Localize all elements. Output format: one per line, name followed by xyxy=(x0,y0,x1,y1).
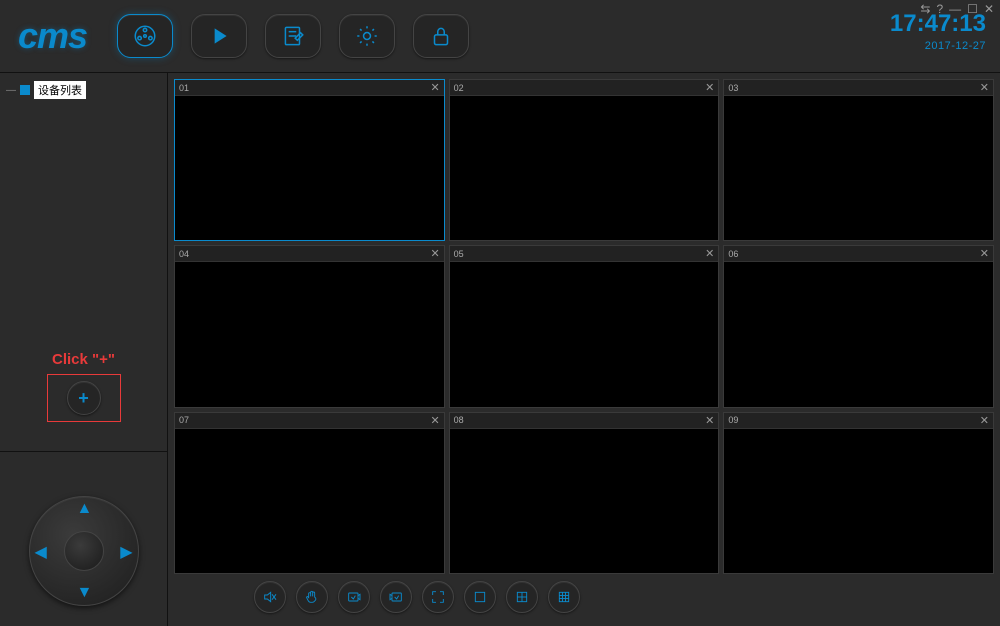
device-tree: — 设备列表 xyxy=(0,73,167,107)
video-cell-header: 01 ✕ xyxy=(175,80,444,96)
layout-1-icon xyxy=(472,589,488,605)
video-cell-close-button[interactable]: ✕ xyxy=(430,247,439,260)
main-area: 01 ✕ 02 ✕ 03 ✕ 04 ✕ 05 ✕ 06 ✕ 07 ✕ 08 ✕ 09 ✕ xyxy=(168,73,1000,626)
mute-button[interactable] xyxy=(254,581,286,613)
video-cell-header: 02 ✕ xyxy=(450,80,719,96)
video-cell[interactable]: 02 ✕ xyxy=(449,79,720,241)
layout-4-icon xyxy=(514,589,530,605)
layout-9-icon xyxy=(556,589,572,605)
ptz-right-button[interactable]: ▶ xyxy=(120,542,132,562)
sidebar: — 设备列表 Click "+" + ▲ ▼ ◀ ▶ xyxy=(0,73,168,626)
video-cell-label: 07 xyxy=(179,415,189,425)
video-grid: 01 ✕ 02 ✕ 03 ✕ 04 ✕ 05 ✕ 06 ✕ 07 ✕ 08 ✕ 09 ✕ xyxy=(174,79,994,574)
video-cell-label: 06 xyxy=(728,249,738,259)
fullscreen-button[interactable] xyxy=(422,581,454,613)
app-header: cms 17:47:13 2017-12-27 xyxy=(0,0,1000,72)
video-cell[interactable]: 05 ✕ xyxy=(449,245,720,407)
video-cell-label: 02 xyxy=(454,83,464,93)
nav-settings-button[interactable] xyxy=(339,14,395,58)
clock-time: 17:47:13 xyxy=(890,10,986,38)
video-cell-header: 08 ✕ xyxy=(450,413,719,429)
nav-log-button[interactable] xyxy=(265,14,321,58)
play-icon xyxy=(206,23,232,49)
video-cell-header: 03 ✕ xyxy=(724,80,993,96)
video-cell-label: 03 xyxy=(728,83,738,93)
nav-lock-button[interactable] xyxy=(413,14,469,58)
add-device-button[interactable]: + xyxy=(67,381,101,415)
device-list-icon xyxy=(20,85,30,95)
snapshot-in-icon xyxy=(346,589,362,605)
ptz-center-button[interactable] xyxy=(64,531,104,571)
video-cell[interactable]: 07 ✕ xyxy=(174,412,445,574)
ptz-left-button[interactable]: ◀ xyxy=(35,542,47,562)
tree-root-label: 设备列表 xyxy=(34,81,86,99)
ptz-control: ▲ ▼ ◀ ▶ xyxy=(19,486,149,616)
layout-1-button[interactable] xyxy=(464,581,496,613)
ptz-up-button[interactable]: ▲ xyxy=(77,500,93,518)
body: — 设备列表 Click "+" + ▲ ▼ ◀ ▶ xyxy=(0,73,1000,626)
add-device-block: Click "+" + xyxy=(47,351,121,422)
video-cell-label: 01 xyxy=(179,83,189,93)
add-device-hint: Click "+" xyxy=(47,351,121,368)
layout-9-button[interactable] xyxy=(548,581,580,613)
video-cell-close-button[interactable]: ✕ xyxy=(430,81,439,94)
gear-icon xyxy=(354,23,380,49)
video-cell-header: 04 ✕ xyxy=(175,246,444,262)
video-cell-label: 08 xyxy=(454,415,464,425)
clock: 17:47:13 2017-12-27 xyxy=(890,10,986,52)
video-cell[interactable]: 04 ✕ xyxy=(174,245,445,407)
video-cell-label: 05 xyxy=(454,249,464,259)
app-logo: cms xyxy=(12,15,87,57)
bottom-toolbar xyxy=(174,574,994,620)
snapshot-out-button[interactable] xyxy=(380,581,412,613)
layout-4-button[interactable] xyxy=(506,581,538,613)
log-icon xyxy=(280,23,306,49)
lock-icon xyxy=(428,23,454,49)
tree-toggle-icon[interactable]: — xyxy=(6,85,16,96)
video-cell-header: 05 ✕ xyxy=(450,246,719,262)
plus-icon: + xyxy=(78,388,89,409)
sidebar-divider xyxy=(0,451,167,452)
clock-date: 2017-12-27 xyxy=(890,40,986,52)
video-cell-header: 07 ✕ xyxy=(175,413,444,429)
fullscreen-icon xyxy=(430,589,446,605)
snapshot-out-icon xyxy=(388,589,404,605)
video-cell-close-button[interactable]: ✕ xyxy=(705,247,714,260)
video-cell-label: 04 xyxy=(179,249,189,259)
video-cell-close-button[interactable]: ✕ xyxy=(705,414,714,427)
nav-live-button[interactable] xyxy=(117,14,173,58)
ptz-down-button[interactable]: ▼ xyxy=(77,584,93,602)
mute-icon xyxy=(262,589,278,605)
video-cell-close-button[interactable]: ✕ xyxy=(980,81,989,94)
nav-buttons xyxy=(117,14,469,58)
video-cell-header: 09 ✕ xyxy=(724,413,993,429)
add-device-highlight: + xyxy=(47,374,121,422)
video-cell[interactable]: 08 ✕ xyxy=(449,412,720,574)
video-cell[interactable]: 06 ✕ xyxy=(723,245,994,407)
video-cell-close-button[interactable]: ✕ xyxy=(980,414,989,427)
video-cell-close-button[interactable]: ✕ xyxy=(430,414,439,427)
hand-icon xyxy=(304,589,320,605)
nav-playback-button[interactable] xyxy=(191,14,247,58)
reel-icon xyxy=(132,23,158,49)
video-cell[interactable]: 09 ✕ xyxy=(723,412,994,574)
video-cell[interactable]: 03 ✕ xyxy=(723,79,994,241)
hand-button[interactable] xyxy=(296,581,328,613)
tree-root-item[interactable]: — 设备列表 xyxy=(6,81,86,99)
video-cell-close-button[interactable]: ✕ xyxy=(980,247,989,260)
snapshot-in-button[interactable] xyxy=(338,581,370,613)
video-cell[interactable]: 01 ✕ xyxy=(174,79,445,241)
video-cell-close-button[interactable]: ✕ xyxy=(705,81,714,94)
video-cell-header: 06 ✕ xyxy=(724,246,993,262)
video-cell-label: 09 xyxy=(728,415,738,425)
